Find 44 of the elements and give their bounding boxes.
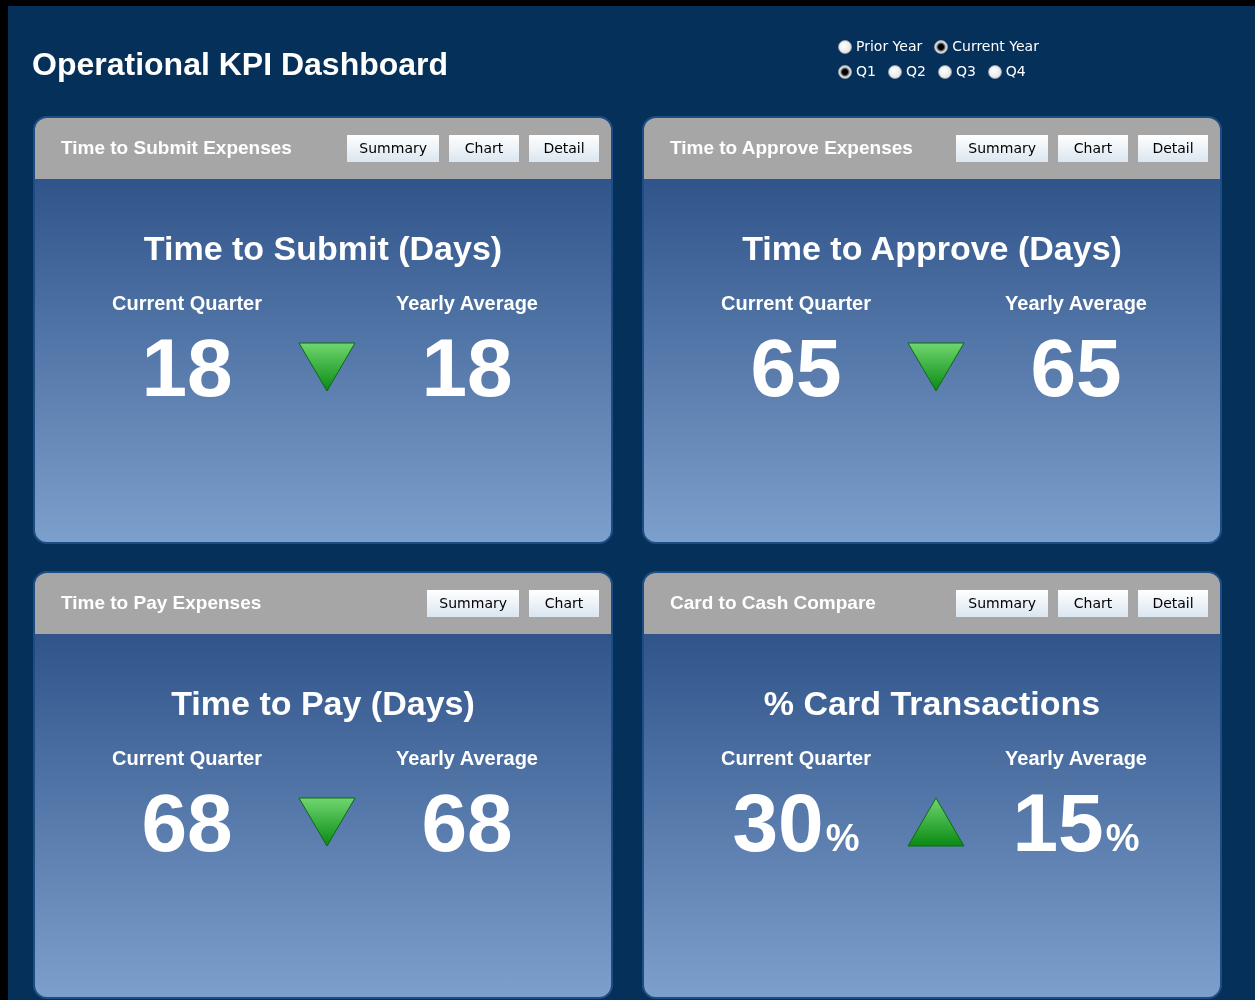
metric-value: 65 xyxy=(1030,321,1122,415)
radio-option[interactable]: Q1 xyxy=(838,61,876,82)
view-button[interactable]: Detail xyxy=(1138,590,1208,617)
view-button[interactable]: Summary xyxy=(956,135,1048,162)
metric-label: Yearly Average xyxy=(396,746,538,771)
metric-label: Yearly Average xyxy=(1005,746,1147,771)
metric-value: 15 xyxy=(1012,776,1104,870)
metric-label: Yearly Average xyxy=(1005,291,1147,316)
metric-value: 68 xyxy=(421,776,513,870)
radio-option[interactable]: Q2 xyxy=(887,61,926,82)
metric-label: Current Quarter xyxy=(721,746,871,771)
kpi-heading: Time to Approve (Days) xyxy=(741,228,1123,269)
metric-label: Current Quarter xyxy=(112,291,262,316)
metric-value: 68 xyxy=(141,776,233,870)
card-title: Time to Submit Expenses xyxy=(61,136,293,161)
view-button[interactable]: Chart xyxy=(449,135,519,162)
radio-option[interactable]: Q4 xyxy=(987,61,1026,82)
metric-label: Yearly Average xyxy=(396,291,538,316)
metric-value: 18 xyxy=(141,321,233,415)
unit-label: % xyxy=(1105,816,1140,861)
view-button[interactable]: Summary xyxy=(347,135,439,162)
radio-option[interactable]: Prior Year xyxy=(838,36,923,57)
view-button[interactable]: Detail xyxy=(529,135,599,162)
view-button[interactable]: Chart xyxy=(1058,590,1128,617)
dashboard-title: Operational KPI Dashboard xyxy=(32,46,449,82)
metric-value: 18 xyxy=(421,321,513,415)
view-button[interactable]: Summary xyxy=(427,590,519,617)
radio-option[interactable]: Current Year xyxy=(934,36,1039,57)
kpi-heading: Time to Submit (Days) xyxy=(142,228,504,269)
card-title: Card to Cash Compare xyxy=(670,591,877,616)
metric-value: 65 xyxy=(750,321,842,415)
card-title: Time to Pay Expenses xyxy=(61,591,263,616)
metric-value: 30 xyxy=(732,776,824,870)
view-button[interactable]: Chart xyxy=(529,590,599,617)
view-button[interactable]: Detail xyxy=(1138,135,1208,162)
unit-label: % xyxy=(825,816,860,861)
view-button[interactable]: Chart xyxy=(1058,135,1128,162)
radio-option[interactable]: Q3 xyxy=(937,61,976,82)
metric-label: Current Quarter xyxy=(112,746,262,771)
view-button[interactable]: Summary xyxy=(956,590,1048,617)
kpi-heading: Time to Pay (Days) xyxy=(170,683,476,724)
kpi-heading: % Card Transactions xyxy=(762,683,1102,724)
metric-label: Current Quarter xyxy=(721,291,871,316)
card-title: Time to Approve Expenses xyxy=(670,136,914,161)
